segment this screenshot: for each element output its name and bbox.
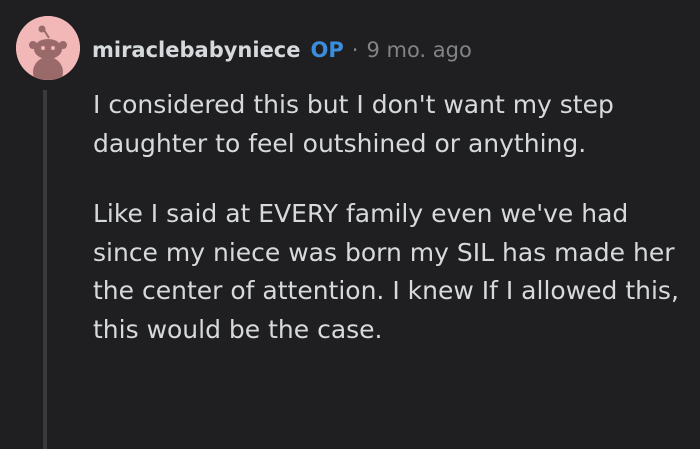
comment-header: miraclebabyniece OP · 9 mo. ago (92, 34, 472, 66)
comment-body: I considered this but I don't want my st… (93, 86, 683, 349)
meta-separator: · (351, 38, 359, 62)
user-avatar[interactable] (16, 16, 80, 80)
op-badge: OP (310, 38, 344, 62)
comment: miraclebabyniece OP · 9 mo. ago I consid… (0, 0, 700, 449)
comment-paragraph: Like I said at EVERY family even we've h… (93, 199, 679, 344)
thread-collapse-line[interactable] (43, 90, 47, 449)
comment-timestamp[interactable]: 9 mo. ago (366, 38, 471, 62)
reddit-snoo-avatar-icon (16, 16, 80, 80)
comment-paragraph: I considered this but I don't want my st… (93, 90, 614, 158)
author-username[interactable]: miraclebabyniece (92, 38, 301, 62)
